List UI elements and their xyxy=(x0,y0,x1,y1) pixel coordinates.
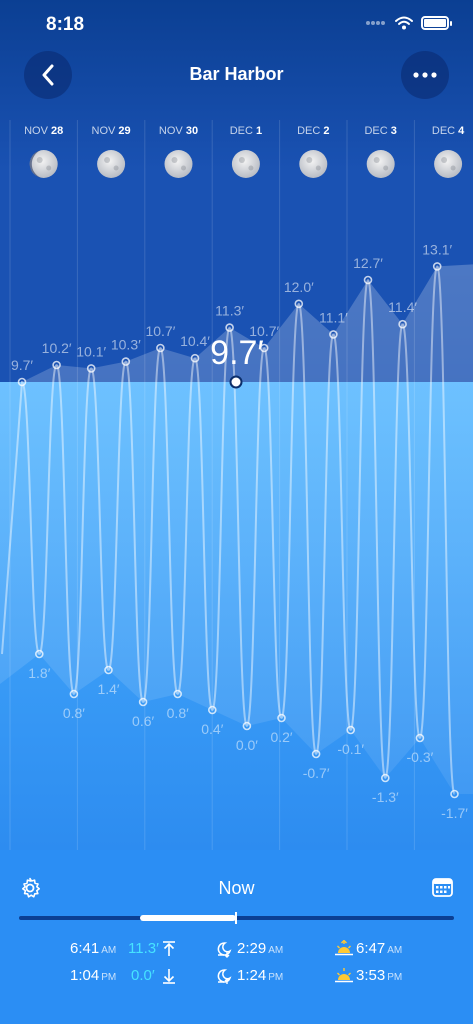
moon-crater xyxy=(171,157,178,163)
low-tide-time: 1:04 PM xyxy=(70,967,117,984)
moon-crater xyxy=(36,157,43,163)
cellular-signal-icon xyxy=(366,21,385,25)
current-position-marker xyxy=(229,375,243,389)
tide-point-label: 0.8′ xyxy=(63,705,85,721)
moonrise-time: 1:24 PM xyxy=(237,967,284,984)
high-tide-time: 6:41 AM xyxy=(70,940,117,957)
tide-point-label: 9.7′ xyxy=(11,357,33,373)
battery-icon xyxy=(421,16,452,30)
tide-chart[interactable]: 9.7′ 1.8′ 10.2′ 0.8′ 10.1′ 1.4′ 10.3′ 0.6′ 10.7′… xyxy=(0,0,473,850)
day-label: NOV 28 xyxy=(24,125,63,137)
tide-point-label: 12.0′ xyxy=(284,279,314,295)
tide-point-label: 10.2′ xyxy=(42,340,72,356)
moon-crater xyxy=(248,165,254,171)
tide-point-label: 10.7′ xyxy=(145,323,175,339)
moon-phase-icon xyxy=(366,150,395,178)
moon-crater xyxy=(238,157,245,163)
tide-point-label: 0.2′ xyxy=(270,729,292,745)
day-label: NOV 29 xyxy=(92,125,131,137)
day-label: DEC 1 xyxy=(230,125,262,137)
tide-point-label: 1.8′ xyxy=(28,665,50,681)
moon-crater xyxy=(441,157,448,163)
low-tide-icon xyxy=(163,969,175,984)
now-button[interactable]: Now xyxy=(0,878,473,899)
high-tide-icon xyxy=(163,941,175,956)
scrubber-now-marker xyxy=(235,912,237,924)
header: Bar Harbor xyxy=(0,50,473,114)
moon-crater xyxy=(113,165,119,171)
tide-point-label: 1.4′ xyxy=(97,681,119,697)
tide-graph[interactable]: 9.7′ 1.8′ 10.2′ 0.8′ 10.1′ 1.4′ 10.3′ 0.6′ 10.7′… xyxy=(0,0,473,850)
more-options-button[interactable] xyxy=(401,51,449,99)
tide-point-label: 10.4′ xyxy=(180,333,210,349)
tide-point-label: 12.7′ xyxy=(353,255,383,271)
status-time: 8:18 xyxy=(46,14,85,35)
tide-point-label: 10.3′ xyxy=(111,337,141,353)
sunset-icon xyxy=(335,968,353,983)
moon-crater xyxy=(373,157,380,163)
tide-point-label: 10.1′ xyxy=(76,343,106,359)
day-label: DEC 3 xyxy=(364,125,396,137)
moon-crater xyxy=(306,157,313,163)
status-icons xyxy=(365,16,452,30)
tide-point-label: -0.1′ xyxy=(337,741,364,757)
moon-crater xyxy=(104,157,111,163)
moon-phase-icon xyxy=(299,150,328,178)
tide-info-row: 1:04 PM 0.0′ 1:24 PM 3:53 PM xyxy=(0,967,473,991)
moonset-icon xyxy=(217,942,232,958)
day-label: DEC 2 xyxy=(297,125,329,137)
moonrise-icon xyxy=(217,969,232,984)
moonset-time: 2:29 AM xyxy=(237,940,284,957)
tide-info-row: 6:41 AM 11.3′ 2:29 AM 6:47 AM xyxy=(0,940,473,964)
sunrise-time: 6:47 AM xyxy=(356,940,403,957)
moon-crater xyxy=(450,165,456,171)
moon-crater xyxy=(181,165,186,171)
wifi-icon xyxy=(395,16,413,30)
tide-point-label: 0.0′ xyxy=(236,737,258,753)
status-bar: 8:18 xyxy=(0,0,473,50)
tide-point-label: 0.6′ xyxy=(132,713,154,729)
low-tide-height: 0.0′ xyxy=(131,967,155,984)
tide-point-label: 11.1′ xyxy=(319,309,348,325)
tide-point-label: -0.7′ xyxy=(303,765,330,781)
tide-point-label: -1.7′ xyxy=(441,805,468,821)
moon-crater xyxy=(315,165,321,171)
moon-phase-icon xyxy=(231,150,260,178)
moon-phase-icon xyxy=(434,150,463,178)
tide-point-label: 13.1′ xyxy=(422,241,452,257)
tide-point-label: 0.4′ xyxy=(201,721,223,737)
timeline-scrubber[interactable] xyxy=(19,912,454,924)
moon-phase-icon xyxy=(164,150,193,178)
tide-point-label: 0.8′ xyxy=(167,705,189,721)
day-label: DEC 4 xyxy=(432,125,465,137)
ellipsis-icon xyxy=(413,72,437,78)
tide-point-label: -0.3′ xyxy=(407,749,434,765)
moon-phase-icon xyxy=(97,150,126,178)
tide-point-label: 11.4′ xyxy=(388,299,417,315)
sunrise-icon xyxy=(335,940,353,956)
high-tide-height: 11.3′ xyxy=(128,940,159,957)
tide-point-label: -1.3′ xyxy=(372,789,399,805)
tide-point-label: 11.3′ xyxy=(215,303,244,319)
current-height-label: 9.7′ xyxy=(210,334,264,372)
scrubber-visible-window[interactable] xyxy=(140,915,236,921)
sunset-time: 3:53 PM xyxy=(356,967,403,984)
day-label: NOV 30 xyxy=(159,125,198,137)
calendar-icon[interactable] xyxy=(432,877,453,897)
moon-crater xyxy=(383,165,389,171)
bottom-controls: Now 6:41 AM 11.3′ 2:29 AM 6:47 AM 1:04 P… xyxy=(0,850,473,1024)
moon-crater xyxy=(46,165,52,171)
